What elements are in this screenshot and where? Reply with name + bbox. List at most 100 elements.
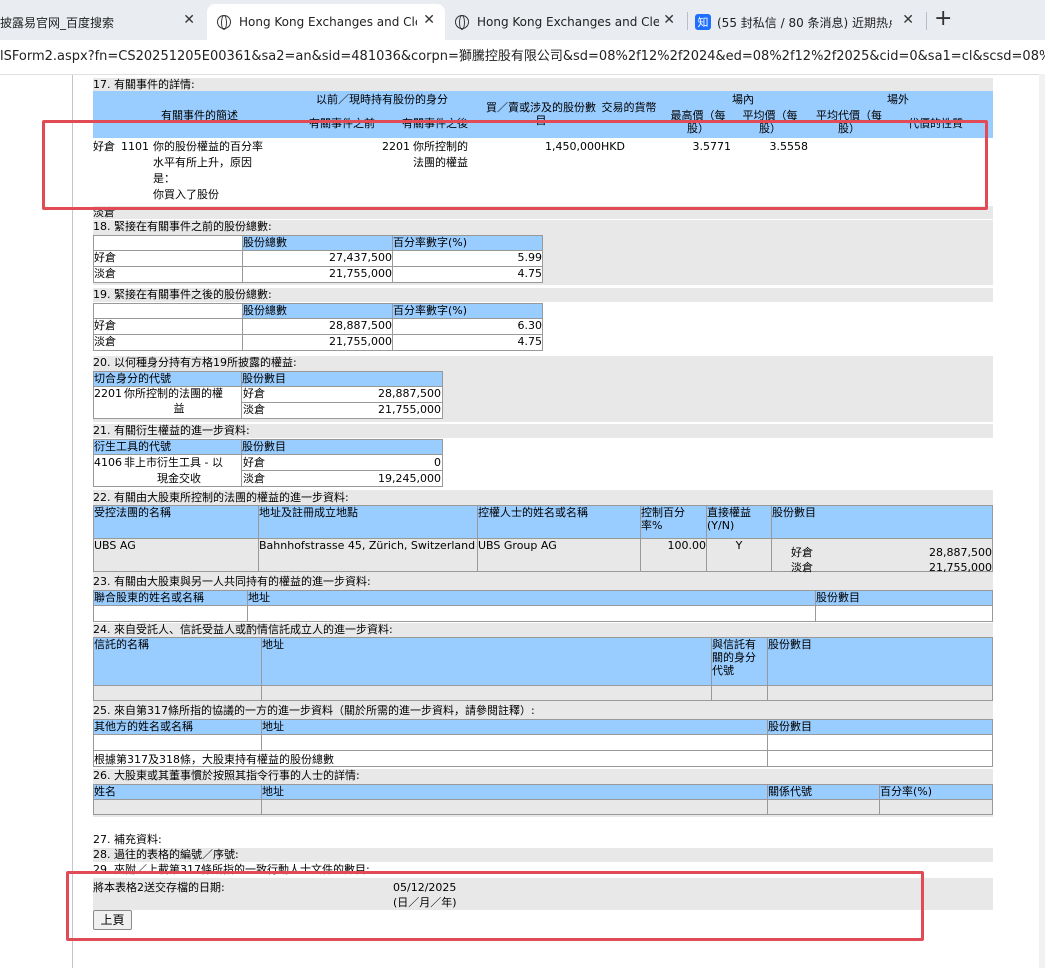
tab-separator	[926, 12, 927, 30]
header-address: 地址	[261, 719, 768, 735]
control-pct: 100.00	[640, 538, 707, 572]
header-shares: 股份數目	[771, 505, 993, 539]
section-22-title: 22. 有關由大股東所控制的法團的權益的進一步資料:	[93, 490, 993, 506]
close-icon[interactable]: ✕	[902, 12, 914, 28]
total-shares: 27,437,500	[242, 250, 393, 267]
blank-header	[93, 303, 243, 319]
header-name: 姓名	[93, 784, 262, 800]
empty-cell	[93, 799, 262, 815]
header-capacity-code: 切合身分的代號	[93, 371, 242, 387]
pct-value: 4.75	[392, 334, 543, 351]
section-28-title: 28. 過往的表格的編號／序號:	[93, 848, 993, 862]
section-22-table: 受控法團的名稱 地址及註冊成立地點 控權人士的姓名或名稱 控制百分 率% 直接權…	[93, 505, 993, 575]
header-address: 地址	[261, 637, 712, 686]
globe-icon	[217, 15, 231, 30]
header-shares: 股份數目	[767, 637, 993, 686]
tab-hkex[interactable]: Hong Kong Exchanges and Clearin ✕	[447, 4, 685, 40]
section-21-table: 衍生工具的代號 股份數目 4106 非上市衍生工具 - 以 現金交收 好倉 0 …	[93, 438, 993, 490]
tab-separator	[687, 12, 688, 30]
header-pct: 百分率數字(%)	[392, 235, 543, 251]
corp-name: UBS AG	[93, 538, 259, 572]
section-23-title: 23. 有關由大股東與另一人共同持有的權益的進一步資料:	[93, 574, 993, 590]
header-controlled-corp: 受控法團的名稱	[93, 505, 259, 539]
tab-title: Hong Kong Exchanges and Clearin	[239, 15, 417, 29]
row-label: 好倉	[243, 456, 265, 469]
row-label: 淡倉	[791, 561, 813, 574]
shares-value: 21,755,000	[378, 403, 441, 416]
section-18-table: 股份總數 百分率數字(%) 好倉 27,437,500 5.99 淡倉 21,7…	[93, 234, 993, 285]
close-icon[interactable]: ✕	[183, 12, 195, 28]
url-text: lSForm2.aspx?fn=CS20251205E00361&sa2=an&…	[0, 49, 1045, 64]
close-icon[interactable]: ✕	[663, 12, 675, 28]
section-19-title: 19. 緊接在有關事件之後的股份總數:	[93, 288, 993, 302]
empty-cell	[247, 605, 816, 622]
header-joint-name: 聯合股東的姓名或名稱	[93, 590, 248, 606]
blank-header	[93, 235, 243, 251]
section-26-table: 姓名 地址 關係代號 百分率(%)	[93, 783, 993, 817]
tab-hkex-active[interactable]: Hong Kong Exchanges and Clearin ✕	[207, 4, 445, 40]
header-shares: 股份數目	[241, 371, 443, 387]
section-26-title: 26. 大股東或其董事慣於按照其指令行事的人士的詳情:	[93, 769, 993, 783]
capacity-desc: 益	[173, 402, 185, 415]
header-shares: 股份數目	[241, 439, 443, 455]
section-18-title: 18. 緊接在有關事件之前的股份總數:	[93, 220, 993, 234]
total-shares: 21,755,000	[242, 266, 393, 283]
header-total-shares: 股份總數	[242, 303, 393, 319]
pct-value: 6.30	[392, 318, 543, 335]
header-derivative-code: 衍生工具的代號	[93, 439, 242, 455]
address-bar[interactable]: lSForm2.aspx?fn=CS20251205E00361&sa2=an&…	[0, 40, 1045, 75]
total-shares-label: 根據第317及318條，大股東持有權益的股份總數	[93, 750, 768, 767]
header-total-shares: 股份總數	[242, 235, 393, 251]
row-label: 好倉	[93, 250, 243, 267]
derivative-desc: 非上市衍生工具 - 以	[124, 456, 223, 469]
shares-value: 19,245,000	[378, 472, 441, 485]
header-line: 與信託有	[712, 638, 756, 651]
empty-cell	[261, 685, 712, 701]
new-tab-button[interactable]: +	[934, 6, 952, 31]
empty-cell	[93, 685, 262, 701]
shares-value: 0	[434, 456, 441, 469]
highlight-box-transaction	[42, 120, 988, 210]
tab-bar: 披露易官网_百度搜索 ✕ Hong Kong Exchanges and Cle…	[0, 0, 1045, 40]
header-address: 地址及註冊成立地點	[258, 505, 478, 539]
header-direct: 直接權益 (Y/N)	[706, 505, 772, 539]
empty-cell	[815, 605, 993, 622]
tab-baidu[interactable]: 披露易官网_百度搜索 ✕	[0, 4, 205, 40]
pct-value: 5.99	[392, 250, 543, 267]
total-shares: 28,887,500	[242, 318, 393, 335]
derivative-desc: 現金交收	[157, 472, 201, 485]
shares-value: 28,887,500	[929, 546, 992, 559]
tab-title: Hong Kong Exchanges and Clearin	[477, 15, 659, 29]
empty-cell	[767, 734, 993, 751]
capacity-code: 2201	[94, 387, 122, 400]
pct-value: 4.75	[392, 266, 543, 283]
empty-cell	[93, 605, 248, 622]
derivative-code: 4106	[94, 456, 122, 469]
header-line: 率%	[641, 519, 663, 532]
row-label: 好倉	[243, 387, 265, 400]
empty-cell	[767, 799, 880, 815]
header-line: 控制百分	[641, 506, 685, 519]
header-line: 關的身分	[712, 651, 756, 664]
row-label: 淡倉	[243, 403, 265, 416]
header-shares: 股份數目	[767, 719, 993, 735]
section-25-title: 25. 來自第317條所指的協議的一方的進一步資料（關於所需的進一步資料，請參閱…	[93, 703, 993, 719]
section-23-table: 聯合股東的姓名或名稱 地址 股份數目	[93, 590, 993, 623]
section-24-table: 信託的名稱 地址 與信託有 關的身分 代號 股份數目	[93, 637, 993, 703]
zhihu-icon: 知	[695, 14, 711, 30]
row-label: 好倉	[791, 546, 813, 559]
tab-zhihu[interactable]: 知 (55 封私信 / 80 条消息) 近期热点 ✕	[689, 4, 924, 40]
header-relation: 關係代號	[767, 784, 880, 800]
section-20-table: 切合身分的代號 股份數目 2201 你所控制的法團的權 益 好倉 28,887,…	[93, 370, 993, 422]
tab-title: (55 封私信 / 80 条消息) 近期热点	[717, 15, 892, 30]
empty-cell	[93, 734, 262, 751]
header-pct: 百分率數字(%)	[392, 303, 543, 319]
header-control-pct: 控制百分 率%	[640, 505, 707, 539]
header-line: (Y/N)	[707, 519, 735, 532]
section-24-title: 24. 來自受託人、信託受益人或酌情信託成立人的進一步資料:	[93, 623, 993, 637]
header-off-exchange: 場外	[887, 93, 909, 106]
shares-value: 28,887,500	[378, 387, 441, 400]
header-pct: 百分率(%)	[879, 784, 993, 800]
corp-address: Bahnhofstrasse 45, Zürich, Switzerland	[258, 538, 478, 572]
close-icon[interactable]: ✕	[423, 12, 435, 28]
